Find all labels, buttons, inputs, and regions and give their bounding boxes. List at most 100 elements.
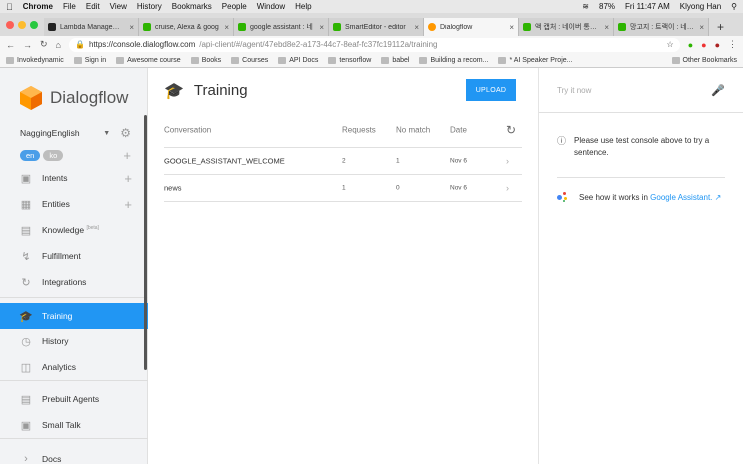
menu-window[interactable]: Window: [257, 2, 285, 11]
sidebar-scrollbar[interactable]: [144, 115, 147, 370]
reload-icon[interactable]: ↻: [40, 39, 48, 50]
close-window-icon[interactable]: [6, 20, 14, 29]
bookmark[interactable]: Invokedynamic: [6, 56, 64, 64]
bookmark[interactable]: * AI Speaker Proje...: [498, 56, 573, 64]
caret-down-icon[interactable]: ▼: [103, 130, 110, 137]
sidebar-item-training[interactable]: 🎓 Training: [0, 303, 148, 329]
bookmark[interactable]: API Docs: [278, 56, 318, 64]
add-entity-icon[interactable]: +: [124, 197, 132, 212]
column-conversation[interactable]: Conversation: [164, 126, 211, 135]
bookmark[interactable]: babel: [381, 56, 409, 64]
sidebar-divider: [0, 438, 148, 439]
language-en[interactable]: en: [20, 150, 41, 161]
bookmark[interactable]: Books: [190, 56, 221, 64]
bookmark[interactable]: tensorflow: [328, 56, 371, 64]
language-ko[interactable]: ko: [43, 150, 64, 161]
upload-button[interactable]: UPLOAD: [466, 79, 516, 101]
gear-icon[interactable]: ⚙: [120, 126, 131, 140]
menu-history[interactable]: History: [137, 2, 162, 11]
extension-icon[interactable]: ●: [688, 40, 693, 50]
close-icon[interactable]: ×: [414, 23, 419, 32]
menu-people[interactable]: People: [222, 2, 247, 11]
battery-percent[interactable]: 87%: [599, 2, 615, 11]
macos-menubar:  Chrome File Edit View History Bookmark…: [0, 0, 743, 13]
bookmark[interactable]: Building a recom...: [419, 56, 488, 64]
conversation-name: GOOGLE_ASSISTANT_WELCOME: [164, 156, 285, 166]
sidebar-item-history[interactable]: ◷ History: [0, 328, 148, 354]
github-icon: [328, 56, 337, 64]
chevron-right-icon[interactable]: ›: [506, 156, 509, 166]
other-bookmarks[interactable]: Other Bookmarks: [671, 56, 737, 64]
agent-selector[interactable]: NaggingEnglish ▼ ⚙: [0, 116, 147, 140]
table-header: Conversation Requests No match Date ↻: [164, 113, 522, 148]
browser-tab[interactable]: cruise, Alexa & goog ×: [139, 18, 234, 36]
sidebar-item-integrations[interactable]: ↻ Integrations: [0, 269, 148, 295]
sidebar-item-fulfillment[interactable]: ↯ Fulfillment: [0, 243, 148, 269]
menu-help[interactable]: Help: [295, 2, 311, 11]
menu-edit[interactable]: Edit: [86, 2, 100, 11]
forward-icon[interactable]: →: [23, 40, 32, 50]
profile-avatar[interactable]: ●: [715, 40, 720, 50]
browser-tab[interactable]: Lambda Managemen ×: [44, 18, 139, 36]
search-icon[interactable]: ⚲: [731, 2, 737, 11]
more-menu-icon[interactable]: ⋮: [728, 39, 737, 50]
menu-bookmarks[interactable]: Bookmarks: [172, 2, 212, 11]
close-icon[interactable]: ×: [129, 23, 134, 32]
brand-logo[interactable]: Dialogflow: [0, 68, 147, 116]
sidebar-item-intents[interactable]: ▣ Intents +: [0, 165, 148, 191]
external-link-icon[interactable]: ↗: [715, 193, 722, 202]
add-language-icon[interactable]: +: [123, 148, 131, 163]
close-icon[interactable]: ×: [509, 23, 514, 32]
microphone-icon[interactable]: 🎤: [711, 84, 725, 97]
url-bar[interactable]: 🔒 https://console.dialogflow.com/api-cli…: [68, 37, 680, 52]
browser-tab[interactable]: google assistant : 네 ×: [234, 18, 329, 36]
maximize-window-icon[interactable]: [30, 20, 38, 29]
menubar-user[interactable]: Klyong Han: [680, 2, 721, 11]
wifi-icon[interactable]: ≋: [582, 2, 589, 11]
google-assistant-link[interactable]: Google Assistant.: [650, 193, 712, 202]
menu-file[interactable]: File: [63, 2, 76, 11]
browser-tab[interactable]: 망고지 : 트랙이 : 네이버 ×: [614, 18, 709, 36]
column-no-match[interactable]: No match: [396, 126, 430, 135]
close-icon[interactable]: ×: [699, 23, 704, 32]
try-it-input[interactable]: Try it now 🎤: [539, 68, 743, 113]
column-requests[interactable]: Requests: [342, 126, 376, 135]
menu-app-name[interactable]: Chrome: [23, 2, 53, 11]
column-date[interactable]: Date: [450, 126, 467, 135]
bookmark[interactable]: Sign in: [73, 56, 106, 64]
sidebar-item-prebuilt-agents[interactable]: ▤ Prebuilt Agents: [0, 386, 148, 412]
table-row[interactable]: news 1 0 Nov 6 ›: [164, 175, 522, 202]
sidebar-item-entities[interactable]: ▦ Entities +: [0, 191, 148, 217]
back-icon[interactable]: ←: [6, 40, 15, 50]
star-icon[interactable]: ☆: [667, 40, 674, 49]
training-panel: 🎓 Training UPLOAD Conversation Requests …: [148, 68, 538, 464]
home-icon[interactable]: ⌂: [56, 40, 61, 50]
apple-icon[interactable]: : [6, 2, 13, 12]
add-intent-icon[interactable]: +: [124, 171, 132, 186]
table-row[interactable]: GOOGLE_ASSISTANT_WELCOME 2 1 Nov 6 ›: [164, 148, 522, 175]
sidebar-item-docs[interactable]: › Docs: [0, 446, 148, 472]
close-icon[interactable]: ×: [604, 23, 609, 32]
extension-icon[interactable]: ●: [701, 40, 706, 50]
console-info: ⓘ Please use test console above to try a…: [539, 113, 743, 159]
minimize-window-icon[interactable]: [18, 20, 26, 29]
chevron-right-icon[interactable]: ›: [506, 183, 509, 193]
browser-tab-active[interactable]: Dialogflow ×: [424, 18, 519, 36]
bookmark[interactable]: Awesome course: [116, 56, 181, 64]
refresh-icon[interactable]: ↻: [506, 123, 516, 137]
new-tab-button[interactable]: +: [709, 18, 732, 36]
sidebar-item-knowledge[interactable]: ▤ Knowledge [beta]: [0, 217, 148, 243]
menubar-clock[interactable]: Fri 11:47 AM: [625, 2, 670, 11]
close-icon[interactable]: ×: [319, 23, 324, 32]
menu-view[interactable]: View: [110, 2, 127, 11]
browser-tab[interactable]: SmartEditor - editor ×: [329, 18, 424, 36]
bookmark[interactable]: Courses: [231, 56, 268, 64]
test-console: Try it now 🎤 ⓘ Please use test console a…: [538, 68, 743, 464]
folder-icon: [231, 56, 240, 64]
info-icon: ⓘ: [557, 136, 567, 146]
sidebar-item-small-talk[interactable]: ▣ Small Talk: [0, 412, 148, 438]
sidebar-item-analytics[interactable]: ◫ Analytics: [0, 354, 148, 380]
refresh-icon: ↻: [21, 276, 31, 289]
browser-tab[interactable]: 액 캡처 : 네이버 통합검 ×: [519, 18, 614, 36]
close-icon[interactable]: ×: [224, 23, 229, 32]
